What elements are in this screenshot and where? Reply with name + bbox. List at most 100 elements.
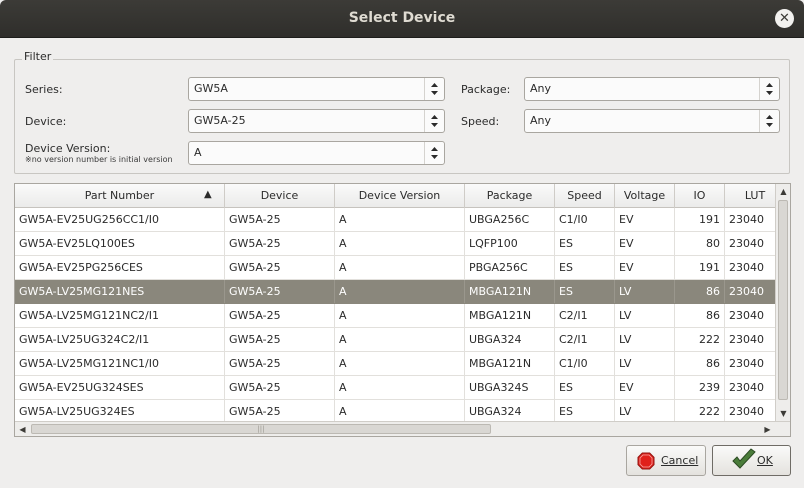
io-cell: 86	[675, 280, 725, 303]
package-cell: MBGA121N	[465, 304, 555, 327]
close-icon[interactable]: ✕	[775, 9, 794, 28]
device-version-cell: A	[335, 208, 465, 231]
vertical-scrollbar[interactable]: ▲ ▼	[775, 184, 790, 421]
voltage-cell: EV	[615, 256, 675, 279]
speed-cell: ES	[555, 232, 615, 255]
vertical-scroll-thumb[interactable]	[778, 200, 788, 400]
scroll-left-icon[interactable]: ◀	[15, 422, 30, 436]
series-value: GW5A	[194, 82, 228, 95]
device-cell: GW5A-25	[225, 376, 335, 399]
part-number-cell: GW5A-EV25PG256CES	[15, 256, 225, 279]
column-header-package[interactable]: Package	[465, 184, 555, 208]
package-cell: MBGA121N	[465, 280, 555, 303]
scroll-up-icon[interactable]: ▲	[776, 184, 790, 199]
table-row[interactable]: GW5A-EV25UG256CC1/I0 GW5A-25 A UBGA256C C1/I…	[15, 208, 785, 232]
speed-cell: ES	[555, 280, 615, 303]
package-cell: UBGA324	[465, 328, 555, 351]
column-header-device[interactable]: Device	[225, 184, 335, 208]
device-table: Part Number ▲ Device Device Version Pack…	[14, 183, 791, 437]
table-row[interactable]: GW5A-LV25MG121NC1/I0 GW5A-25 A MBGA121N C1/I…	[15, 352, 785, 376]
speed-cell: ES	[555, 400, 615, 423]
speed-cell: ES	[555, 376, 615, 399]
io-cell: 191	[675, 208, 725, 231]
part-number-cell: GW5A-LV25MG121NC2/I1	[15, 304, 225, 327]
updown-arrow-icon	[424, 142, 444, 164]
package-cell: UBGA324S	[465, 376, 555, 399]
ok-button[interactable]: OK	[712, 445, 791, 476]
part-number-cell: GW5A-LV25UG324ES	[15, 400, 225, 423]
cancel-button[interactable]: Cancel	[626, 445, 706, 476]
device-cell: GW5A-25	[225, 232, 335, 255]
io-cell: 86	[675, 304, 725, 327]
column-header-voltage[interactable]: Voltage	[615, 184, 675, 208]
table-row[interactable]: GW5A-EV25PG256CES GW5A-25 A PBGA256C ES EV 191…	[15, 256, 785, 280]
device-select[interactable]: GW5A-25	[188, 109, 445, 133]
device-cell: GW5A-25	[225, 304, 335, 327]
ok-label: OK	[757, 454, 773, 467]
speed-select[interactable]: Any	[524, 109, 780, 133]
sort-ascending-icon: ▲	[204, 189, 212, 200]
filter-legend: Filter	[22, 50, 54, 63]
updown-arrow-icon	[424, 78, 444, 100]
column-header-io[interactable]: IO	[675, 184, 725, 208]
title-bar: Select Device ✕	[0, 0, 804, 38]
package-cell: UBGA324	[465, 400, 555, 423]
updown-arrow-icon	[759, 78, 779, 100]
speed-cell: ES	[555, 256, 615, 279]
package-value: Any	[530, 82, 552, 95]
voltage-cell: LV	[615, 280, 675, 303]
voltage-cell: EV	[615, 376, 675, 399]
horizontal-scrollbar[interactable]: ◀ ||| ▶	[15, 421, 790, 436]
scroll-right-icon[interactable]: ▶	[760, 422, 775, 436]
scroll-down-icon[interactable]: ▼	[776, 406, 790, 421]
device-cell: GW5A-25	[225, 208, 335, 231]
part-number-cell: GW5A-EV25UG256CC1/I0	[15, 208, 225, 231]
voltage-cell: LV	[615, 328, 675, 351]
table-header: Part Number ▲ Device Device Version Pack…	[15, 184, 775, 208]
device-cell: GW5A-25	[225, 256, 335, 279]
updown-arrow-icon	[759, 110, 779, 132]
package-select[interactable]: Any	[524, 77, 780, 101]
device-version-cell: A	[335, 232, 465, 255]
device-version-cell: A	[335, 400, 465, 423]
column-header-device-version[interactable]: Device Version	[335, 184, 465, 208]
table-row[interactable]: GW5A-LV25MG121NC2/I1 GW5A-25 A MBGA121N C2/I…	[15, 304, 785, 328]
speed-value: Any	[530, 114, 552, 127]
io-cell: 222	[675, 400, 725, 423]
column-header-speed[interactable]: Speed	[555, 184, 615, 208]
io-cell: 239	[675, 376, 725, 399]
speed-cell: C2/I1	[555, 328, 615, 351]
io-cell: 191	[675, 256, 725, 279]
table-row[interactable]: GW5A-EV25LQ100ES GW5A-25 A LQFP100 ES EV 80 230…	[15, 232, 785, 256]
speed-cell: C1/I0	[555, 208, 615, 231]
package-cell: LQFP100	[465, 232, 555, 255]
io-cell: 86	[675, 352, 725, 375]
io-cell: 80	[675, 232, 725, 255]
package-cell: UBGA256C	[465, 208, 555, 231]
series-select[interactable]: GW5A	[188, 77, 445, 101]
horizontal-scroll-thumb[interactable]: |||	[31, 424, 491, 434]
device-label: Device:	[25, 115, 67, 128]
column-header-part-number[interactable]: Part Number ▲	[15, 184, 225, 208]
part-number-cell: GW5A-EV25UG324SES	[15, 376, 225, 399]
device-version-cell: A	[335, 304, 465, 327]
voltage-cell: LV	[615, 352, 675, 375]
device-version-select[interactable]: A	[188, 141, 445, 165]
part-number-cell: GW5A-LV25MG121NC1/I0	[15, 352, 225, 375]
table-row[interactable]: GW5A-LV25UG324C2/I1 GW5A-25 A UBGA324 C2/I1 L…	[15, 328, 785, 352]
device-cell: GW5A-25	[225, 352, 335, 375]
device-cell: GW5A-25	[225, 328, 335, 351]
device-version-note: ※no version number is initial version	[25, 155, 173, 164]
speed-cell: C1/I0	[555, 352, 615, 375]
table-row[interactable]: GW5A-LV25MG121NES GW5A-25 A MBGA121N ES LV 86 2…	[15, 280, 785, 304]
table-row[interactable]: GW5A-EV25UG324SES GW5A-25 A UBGA324S ES EV 239…	[15, 376, 785, 400]
package-label: Package:	[461, 83, 511, 96]
speed-label: Speed:	[461, 115, 500, 128]
io-cell: 222	[675, 328, 725, 351]
device-version-cell: A	[335, 280, 465, 303]
device-version-cell: A	[335, 352, 465, 375]
device-cell: GW5A-25	[225, 400, 335, 423]
device-version-cell: A	[335, 376, 465, 399]
voltage-cell: LV	[615, 304, 675, 327]
updown-arrow-icon	[424, 110, 444, 132]
